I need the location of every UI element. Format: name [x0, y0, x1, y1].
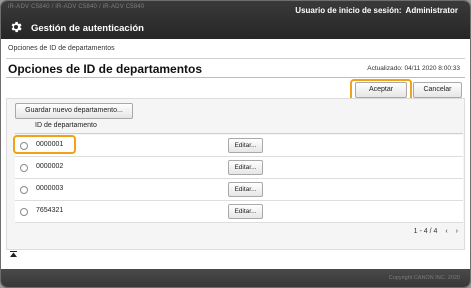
department-id: 7654321 — [36, 207, 64, 214]
row-radio[interactable] — [20, 164, 28, 172]
edit-button[interactable]: Editar... — [228, 204, 263, 219]
department-id: 0000003 — [36, 185, 64, 192]
column-header-department-id: ID de departamento — [15, 122, 463, 134]
table-row: 0000002 Editar... — [15, 157, 463, 179]
pager: 1 - 4 / 4 ‹ › — [408, 228, 458, 235]
chevron-right-icon[interactable]: › — [456, 228, 458, 235]
window-frame: iR-ADV C5840 / iR-ADV C5840 / iR-ADV C58… — [0, 0, 471, 288]
accept-button[interactable]: Aceptar — [355, 82, 407, 98]
app-title: Gestión de autenticación — [31, 23, 144, 34]
top-bar: iR-ADV C5840 / iR-ADV C5840 / iR-ADV C58… — [1, 1, 470, 39]
login-label: Usuario de inicio de sesión: — [295, 6, 402, 15]
new-department-button[interactable]: Guardar nuevo departamento... — [15, 103, 133, 119]
cancel-button[interactable]: Cancelar — [413, 82, 462, 98]
device-name: iR-ADV C5840 / iR-ADV C5840 / iR-ADV C58… — [8, 4, 145, 10]
edit-button[interactable]: Editar... — [228, 138, 263, 153]
login-info: Usuario de inicio de sesión: Administrato… — [291, 6, 458, 15]
table-row: 0000001 Editar... — [15, 135, 463, 157]
department-id: 0000002 — [36, 163, 64, 170]
breadcrumb: Opciones de ID de departamentos — [8, 45, 115, 52]
row-highlight — [13, 135, 76, 154]
pager-range: 1 - 4 / 4 — [413, 228, 438, 235]
table-row: 7654321 Editar... — [15, 201, 463, 223]
footer: Copyright CANON INC. 2020 — [1, 269, 470, 287]
edit-button[interactable]: Editar... — [228, 182, 263, 197]
edit-button[interactable]: Editar... — [228, 160, 263, 175]
updated-timestamp: Actualizado: 04/11 2020 8:00:33 — [367, 65, 460, 72]
divider — [6, 77, 465, 78]
page-title: Opciones de ID de departamentos — [8, 62, 203, 76]
copyright: Copyright CANON INC. 2020 — [388, 275, 460, 281]
row-radio[interactable] — [20, 186, 28, 194]
divider — [6, 58, 465, 59]
scroll-top-icon[interactable] — [10, 251, 17, 257]
login-user: Administrator — [405, 6, 458, 15]
gear-icon — [11, 21, 22, 33]
table-row: 0000003 Editar... — [15, 179, 463, 201]
row-radio[interactable] — [20, 208, 28, 216]
chevron-left-icon[interactable]: ‹ — [445, 228, 447, 235]
